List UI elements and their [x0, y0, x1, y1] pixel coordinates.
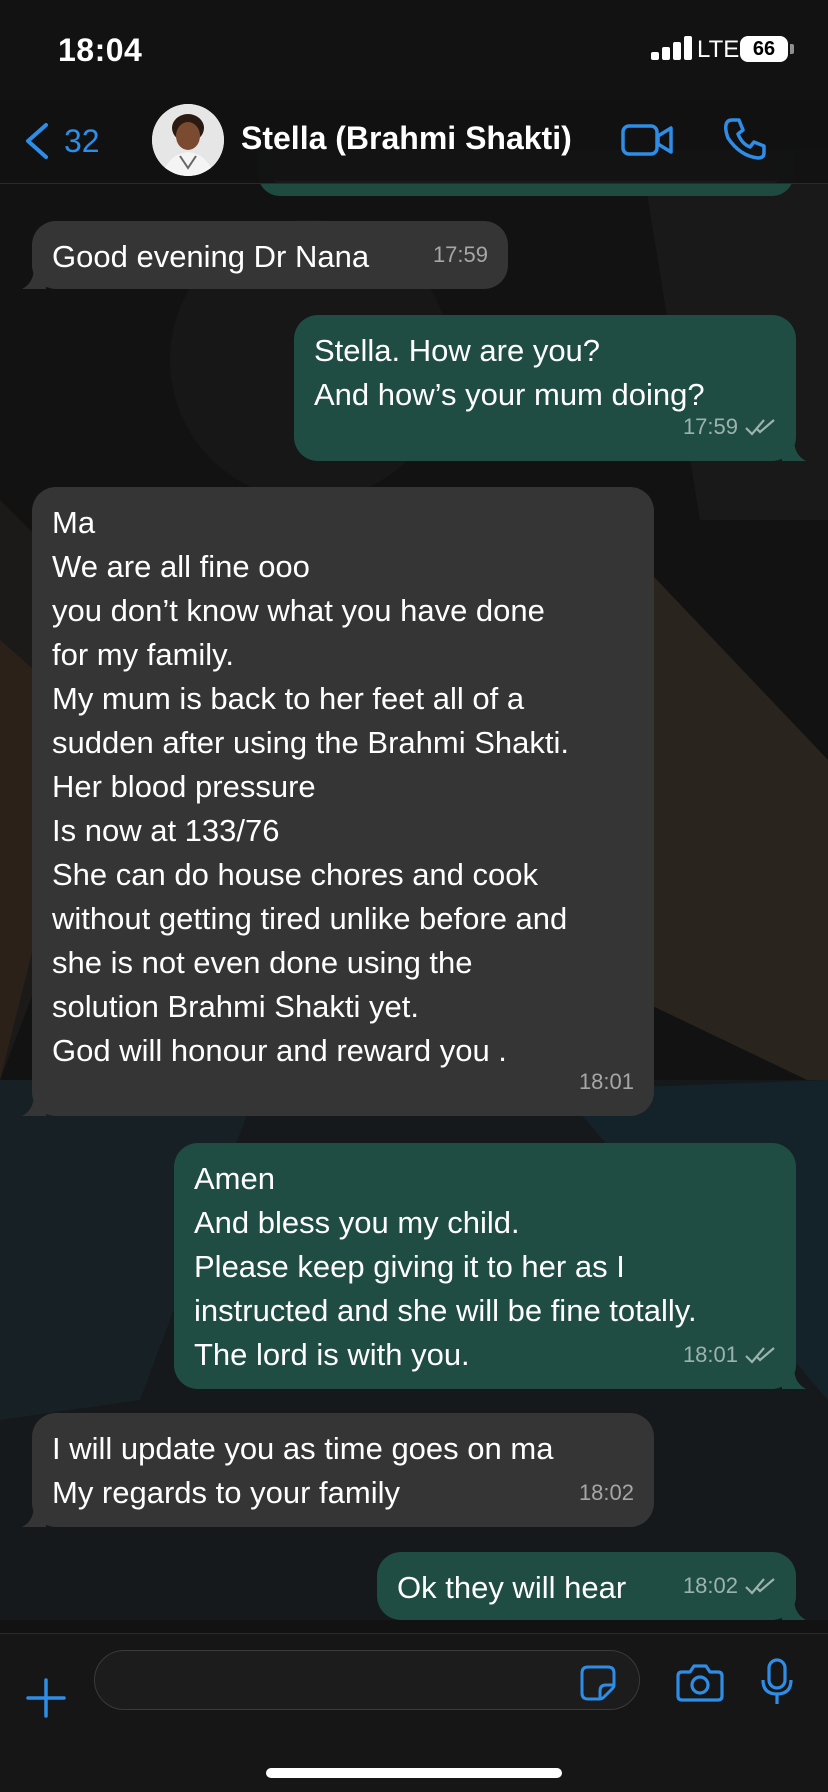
double-check-icon	[745, 419, 775, 436]
message-meta: 18:01	[579, 1060, 634, 1104]
bubble-tail	[782, 1367, 806, 1389]
message-text: Good evening Dr Nana	[52, 239, 370, 274]
status-bar: 18:04 LTE 66	[0, 0, 828, 100]
microphone-icon[interactable]	[760, 1658, 794, 1706]
message-incoming[interactable]: Ma We are all fine ooo you don’t know wh…	[22, 487, 654, 1116]
message-meta: 17:59	[683, 405, 776, 449]
status-time: 18:04	[58, 32, 143, 68]
video-camera-icon[interactable]	[620, 118, 674, 162]
message-time: 18:02	[578, 1480, 634, 1505]
unread-count: 32	[64, 122, 100, 159]
contact-name[interactable]: Stella (Brahmi Shakti)	[241, 120, 572, 157]
battery-cap	[790, 44, 794, 54]
message-time: 17:59	[682, 414, 738, 439]
network-type: LTE	[697, 36, 740, 63]
message-time: 17:59	[432, 242, 488, 267]
message-outgoing[interactable]: Ok they will hear 18:02	[377, 1552, 806, 1620]
avatar[interactable]	[152, 104, 224, 176]
camera-icon[interactable]	[676, 1662, 724, 1702]
message-text: Stella. How are you? And how’s your mum …	[314, 333, 705, 412]
double-check-icon	[745, 1578, 775, 1595]
message-incoming[interactable]: I will update you as time goes on ma My …	[22, 1413, 654, 1527]
message-outgoing[interactable]: Stella. How are you? And how’s your mum …	[294, 315, 806, 461]
message-time: 18:01	[578, 1069, 634, 1094]
sticker-icon[interactable]	[580, 1665, 616, 1701]
back-button[interactable]: 32	[22, 116, 100, 166]
chat-header: 32 Stella (Brahmi Shakti)	[0, 100, 828, 184]
message-incoming[interactable]: Good evening Dr Nana 17:59	[22, 221, 508, 289]
message-text: Ma We are all fine ooo you don’t know wh…	[52, 505, 569, 1068]
double-check-icon	[745, 1347, 775, 1364]
bubble-tail	[22, 1505, 46, 1527]
bubble-tail	[782, 1598, 806, 1620]
message-input[interactable]	[94, 1650, 640, 1710]
phone-icon[interactable]	[722, 116, 768, 162]
chevron-left-icon	[26, 123, 48, 159]
message-meta: 18:02	[579, 1471, 634, 1515]
bubble-tail	[782, 439, 806, 461]
message-meta: 18:02	[683, 1564, 776, 1608]
message-time: 18:01	[682, 1342, 738, 1367]
message-outgoing[interactable]: Amen And bless you my child. Please keep…	[174, 1143, 806, 1389]
contact-photo	[152, 104, 224, 176]
plus-icon[interactable]	[26, 1678, 66, 1718]
message-time: 18:02	[682, 1573, 738, 1598]
signal-bars-icon	[651, 36, 695, 60]
bubble-tail	[22, 267, 46, 289]
message-meta: 18:01	[683, 1333, 776, 1377]
bubble-tail	[22, 1094, 46, 1116]
battery-icon: 66	[740, 36, 788, 62]
message-meta: 17:59	[433, 233, 488, 277]
home-indicator[interactable]	[266, 1768, 562, 1778]
message-input-bar	[0, 1633, 828, 1792]
message-text: I will update you as time goes on ma My …	[52, 1431, 554, 1510]
